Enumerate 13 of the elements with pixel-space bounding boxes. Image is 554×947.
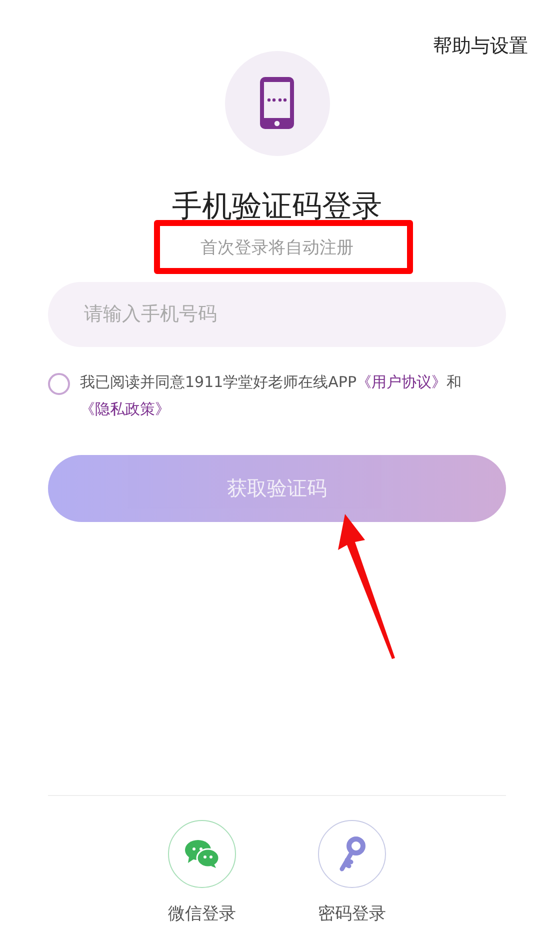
phone-input-field[interactable]: 请输入手机号码 <box>48 282 506 346</box>
subtitle: 首次登录将自动注册 <box>200 236 354 260</box>
chat-bubbles-icon <box>184 838 220 868</box>
agreement-link[interactable]: 《用户协议》 <box>356 372 447 390</box>
agreement-link[interactable]: 《隐私政策》 <box>80 400 170 418</box>
login-option-label: 密码登录 <box>318 902 386 926</box>
phone-icon <box>260 77 294 129</box>
page-title: 手机验证码登录 <box>172 188 382 226</box>
login-option-label: 微信登录 <box>168 902 236 926</box>
help-settings-link[interactable]: 帮助与设置 <box>433 32 528 60</box>
agreement-text: 我已阅读并同意1911学堂好老师在线APP《用户协议》和 《隐私政策》 <box>80 372 463 420</box>
key-icon <box>338 836 366 872</box>
agreement-checkbox[interactable] <box>48 372 70 394</box>
